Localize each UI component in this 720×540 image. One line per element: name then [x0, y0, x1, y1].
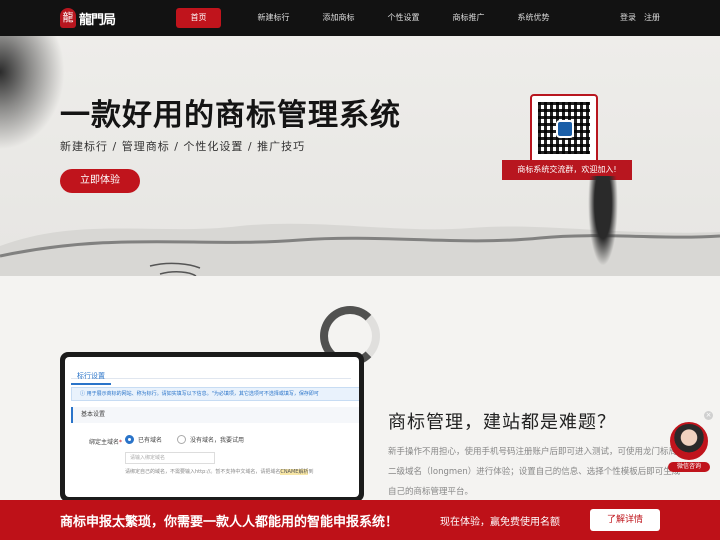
hero-title: 一款好用的商标管理系统	[60, 98, 401, 133]
mockup-section-label: 基本设置	[71, 407, 359, 423]
notice-text: 用于展示商标的网站、称为标行。请如实填写以下信息。"为必填项，其它选项可不选择或…	[86, 391, 319, 397]
mockup-notice: ⓘ 用于展示商标的网站、称为标行。请如实填写以下信息。"为必填项，其它选项可不选…	[71, 387, 359, 401]
nav-item-new-agency[interactable]: 新建标行	[241, 8, 306, 28]
tab-agency-settings: 标行设置	[71, 369, 111, 385]
radio-no-domain: 没有域名，我要试用	[177, 435, 244, 444]
register-link[interactable]: 注册	[644, 8, 660, 28]
logo-text: 龍門局	[79, 12, 116, 28]
site-logo[interactable]: 龍 龍門局	[60, 6, 116, 30]
nav-item-add-trademark[interactable]: 添加商标	[306, 8, 371, 28]
login-link[interactable]: 登录	[620, 8, 636, 28]
hint-text: 请绑定自己的域名，不需要输入http://。暂不支持中文域名，请把域名	[125, 469, 281, 475]
nav-item-promotion[interactable]: 商标推广	[436, 8, 501, 28]
mockup-screen-content: 标行设置 ⓘ 用于展示商标的网站、称为标行。请如实填写以下信息。"为必填项，其它…	[65, 357, 359, 497]
qr-code-card	[530, 94, 598, 164]
wechat-consult-widget[interactable]: 微信咨询	[668, 422, 710, 474]
feature-section: 标行设置 ⓘ 用于展示商标的网站、称为标行。请如实填写以下信息。"为必填项，其它…	[0, 276, 720, 500]
hero-subtitle: 新建标行 / 管理商标 / 个性化设置 / 推广技巧	[60, 140, 306, 153]
mockup-tab-row: 标行设置	[71, 363, 351, 385]
close-icon[interactable]: ×	[704, 411, 713, 420]
radio-has-domain: 已有域名	[125, 435, 162, 444]
domain-input: 请输入绑定域名	[125, 452, 215, 464]
avatar	[670, 422, 708, 460]
banner-subtext: 现在体验，赢免费使用名额	[440, 517, 560, 528]
feature-description: 新手操作不用担心，使用手机号码注册账户后即可进入测试，可使用龙门标局的二级域名（…	[388, 447, 686, 497]
ink-figure-decoration	[588, 176, 618, 266]
nav-item-advantages[interactable]: 系统优势	[501, 8, 566, 28]
hint-highlight: CNAME解析	[280, 469, 309, 475]
hero-section: 一款好用的商标管理系统 新建标行 / 管理商标 / 个性化设置 / 推广技巧 立…	[0, 36, 720, 276]
nav-item-home[interactable]: 首页	[176, 8, 221, 28]
banner-headline: 商标申报太繁琐，你需要一款人人都能用的智能申报系统！	[60, 515, 399, 530]
hint-text-after: 到	[308, 469, 314, 475]
required-mark: *	[119, 439, 123, 446]
radio-label: 没有域名，我要试用	[190, 437, 245, 444]
radio-dot-selected	[125, 435, 134, 444]
qr-logo-icon	[556, 120, 574, 138]
field-label-text: 绑定主域名	[89, 439, 120, 446]
domain-hint: 请绑定自己的域名，不需要输入http://。暂不支持中文域名，请把域名CNAME…	[125, 468, 313, 475]
nav-item-personal-settings[interactable]: 个性设置	[371, 8, 436, 28]
radio-label: 已有域名	[138, 437, 163, 444]
try-now-button[interactable]: 立即体验	[60, 169, 140, 193]
bottom-promo-banner: 商标申报太繁琐，你需要一款人人都能用的智能申报系统！ 现在体验，赢免费使用名额 …	[0, 500, 720, 540]
consult-label: 微信咨询	[668, 462, 710, 472]
feature-title: 商标管理，建站都是难题？	[388, 412, 616, 433]
auth-links: 登录 注册	[620, 8, 660, 28]
domain-field-label: 绑定主域名*	[89, 437, 122, 446]
learn-more-button[interactable]: 了解详情	[590, 509, 660, 531]
main-nav: 首页 新建标行 添加商标 个性设置 商标推广 系统优势	[176, 8, 566, 28]
logo-mark: 龍	[60, 8, 76, 28]
top-nav-bar: 龍 龍門局 首页 新建标行 添加商标 个性设置 商标推广 系统优势 登录 注册	[0, 0, 720, 36]
radio-dot	[177, 435, 186, 444]
settings-mockup-screen: 标行设置 ⓘ 用于展示商标的网站、称为标行。请如实填写以下信息。"为必填项，其它…	[60, 352, 364, 500]
